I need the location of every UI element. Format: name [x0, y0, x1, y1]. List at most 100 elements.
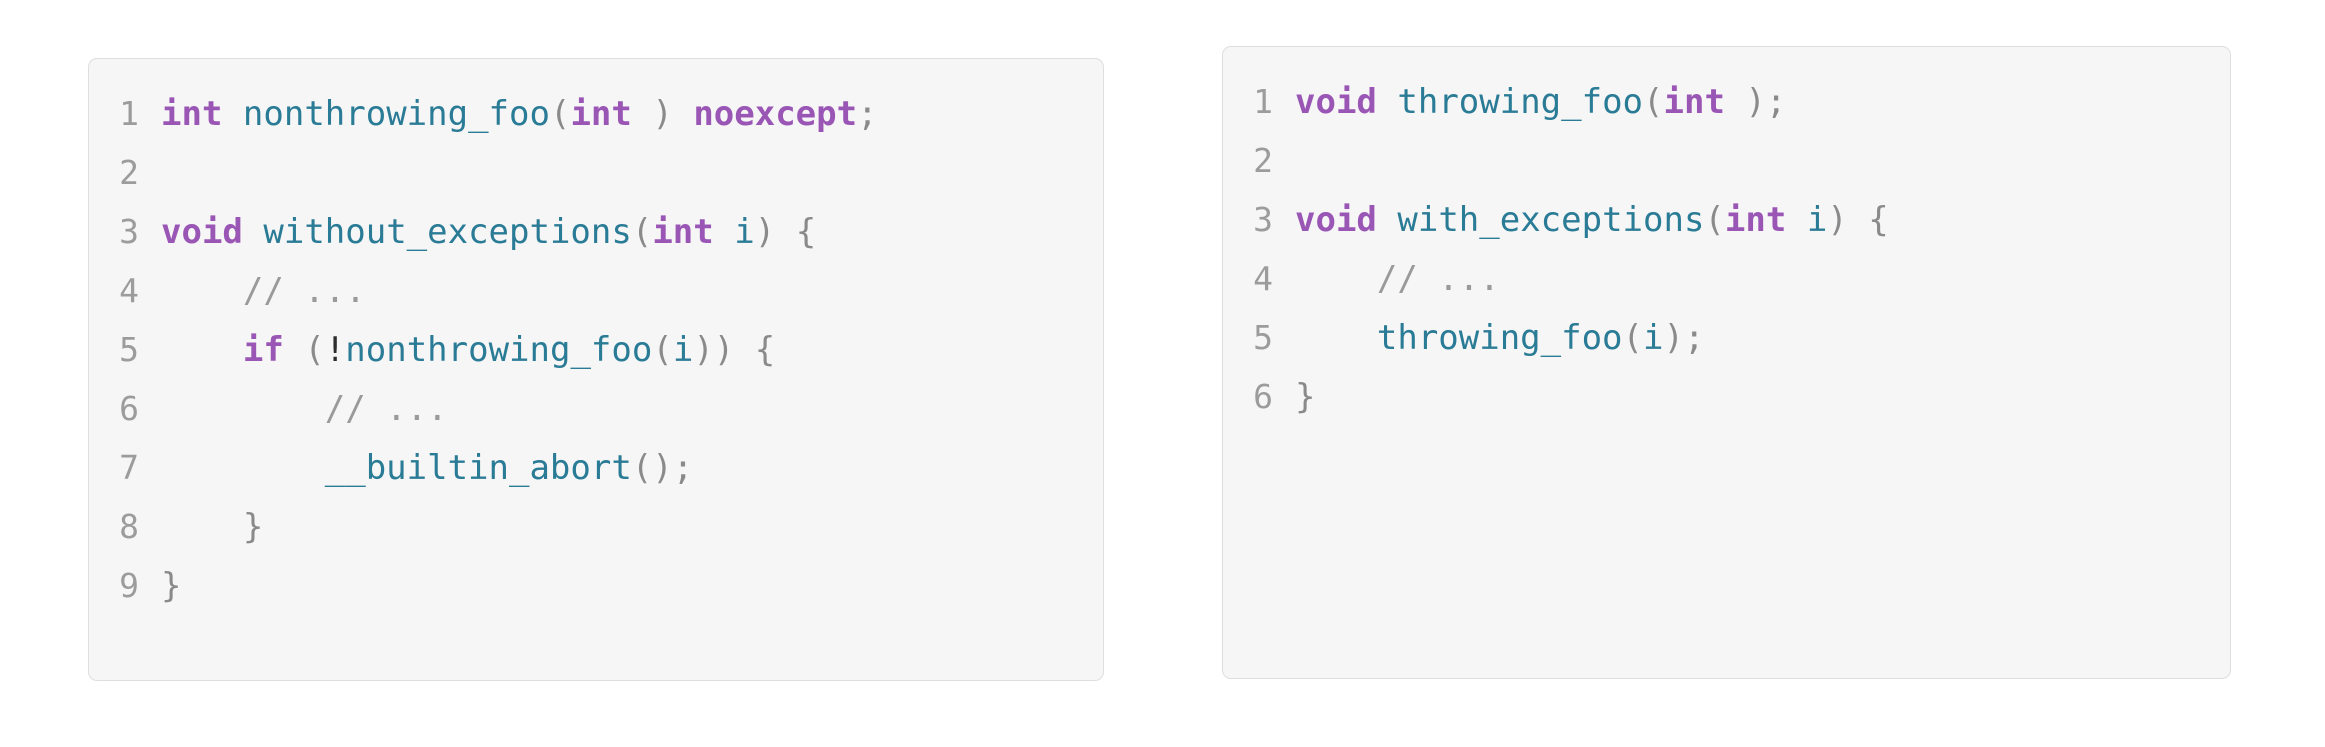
code-token-fn: __builtin_abort: [324, 448, 632, 488]
code-line: 2: [1237, 131, 2230, 190]
line-number: 3: [1253, 200, 1273, 239]
code-token-var: i: [672, 330, 694, 370]
code-line: 5 throwing_foo(i);: [1237, 308, 2230, 367]
line-number: 6: [119, 389, 139, 428]
code-token-punc: ;: [857, 94, 878, 134]
code-token-fn: throwing_foo: [1397, 82, 1644, 122]
code-line-content: if (!nonthrowing_foo(i)) {: [139, 321, 1103, 380]
code-line-content: }: [1273, 368, 2230, 427]
code-token-kw: int: [1724, 200, 1787, 240]
line-number: 1: [119, 94, 139, 133]
code-token-punc: {: [754, 330, 776, 370]
code-token-var: i: [1643, 318, 1664, 358]
code-token-punc: (: [1643, 82, 1664, 122]
line-number: 9: [119, 566, 139, 605]
line-number: 8: [119, 507, 139, 546]
code-token-punc: {: [1868, 200, 1889, 240]
code-line: 7 __builtin_abort();: [103, 438, 1103, 497]
code-line-content: __builtin_abort();: [139, 439, 1103, 498]
code-body-right: 1 void throwing_foo(int ); 2 3 void with_exc…: [1223, 47, 2230, 426]
code-line: 3 void without_exceptions(int i) {: [103, 202, 1103, 261]
code-line-content: // ...: [1273, 250, 2230, 309]
line-number: 3: [119, 212, 139, 251]
code-line: 5 if (!nonthrowing_foo(i)) {: [103, 320, 1103, 379]
code-token-punc: ();: [631, 448, 694, 488]
code-line: 3 void with_exceptions(int i) {: [1237, 190, 2230, 249]
line-number: 4: [1253, 259, 1273, 298]
code-line: 8 }: [103, 497, 1103, 556]
code-line-content: void throwing_foo(int );: [1273, 73, 2230, 132]
code-token-punc: ): [754, 212, 776, 252]
code-line-content: // ...: [139, 380, 1103, 439]
code-line-content: throwing_foo(i);: [1273, 309, 2230, 368]
code-line: 2: [103, 143, 1103, 202]
code-token-fn: without_exceptions: [263, 212, 632, 252]
code-token-var: i: [734, 212, 755, 252]
code-token-op: !: [324, 330, 346, 370]
code-token-cmt: // ...: [242, 271, 366, 311]
line-number: 1: [1253, 82, 1273, 121]
code-token-punc: }: [1295, 377, 1316, 417]
code-token-fn: with_exceptions: [1397, 200, 1705, 240]
code-token-punc: }: [161, 566, 182, 606]
code-body-left: 1 int nonthrowing_foo(int ) noexcept; 2 3 vo…: [89, 59, 1103, 615]
nonthrowing-code-panel[interactable]: 1 int nonthrowing_foo(int ) noexcept; 2 3 vo…: [88, 58, 1104, 681]
code-token-fn: nonthrowing_foo: [242, 94, 550, 134]
code-token-punc: );: [1745, 82, 1787, 122]
code-token-punc: (: [549, 94, 571, 134]
code-line-content: }: [139, 557, 1103, 616]
code-line-content: }: [139, 498, 1103, 557]
code-token-punc: );: [1663, 318, 1705, 358]
code-line: 6}: [1237, 367, 2230, 426]
code-token-cmt: // ...: [324, 389, 448, 429]
code-token-kw: void: [1295, 200, 1377, 240]
code-token-kw: void: [161, 212, 243, 252]
code-line-content: // ...: [139, 262, 1103, 321]
code-line: 6 // ...: [103, 379, 1103, 438]
line-number: 2: [1253, 141, 1273, 180]
line-number: 2: [119, 153, 139, 192]
line-number: 7: [119, 448, 139, 487]
code-token-punc: {: [795, 212, 817, 252]
code-token-kw: int: [1663, 82, 1725, 122]
code-token-fn: nonthrowing_foo: [345, 330, 653, 370]
throwing-code-panel[interactable]: 1 void throwing_foo(int ); 2 3 void with_exc…: [1222, 46, 2231, 679]
code-token-kw: int: [161, 94, 223, 134]
code-token-punc: ): [652, 94, 673, 134]
code-token-kw: if: [242, 330, 284, 370]
code-line: 1 void throwing_foo(int );: [1237, 72, 2230, 131]
code-line-content: void without_exceptions(int i) {: [139, 203, 1103, 262]
code-token-kw: noexcept: [693, 94, 858, 134]
code-line-content: int nonthrowing_foo(int ) noexcept;: [139, 85, 1103, 144]
code-token-kw: int: [570, 94, 632, 134]
code-token-punc: ): [1827, 200, 1848, 240]
code-token-punc: }: [242, 507, 264, 547]
line-number: 4: [119, 271, 139, 310]
code-token-cmt: // ...: [1376, 259, 1500, 299]
code-token-kw: void: [1295, 82, 1377, 122]
line-number: 5: [1253, 318, 1273, 357]
code-line: 1 int nonthrowing_foo(int ) noexcept;: [103, 84, 1103, 143]
code-token-var: i: [1806, 200, 1828, 240]
line-number: 5: [119, 330, 139, 369]
code-line: 9}: [103, 556, 1103, 615]
code-line: 4 // ...: [103, 261, 1103, 320]
code-token-punc: )): [693, 330, 735, 370]
code-token-punc: (: [1704, 200, 1725, 240]
code-token-punc: (: [304, 330, 325, 370]
